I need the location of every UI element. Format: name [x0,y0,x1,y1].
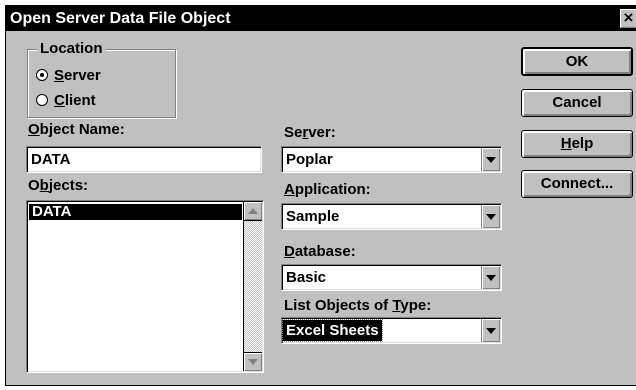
object-name-input[interactable] [26,146,262,173]
application-combo[interactable]: Sample [281,203,502,230]
application-combo-field: Sample [283,205,479,228]
scroll-up-arrow-icon [248,208,258,214]
database-combo-field: Basic [283,266,479,289]
server-combo-field: Poplar [283,148,479,171]
objects-scrollbar[interactable] [243,202,262,371]
objects-label-prefix: O [28,177,40,194]
scroll-down-arrow-icon [248,359,258,365]
objects-label-mnemonic: b [39,177,49,194]
close-button[interactable]: × [620,9,636,28]
objects-label: Objects: [28,178,88,194]
scroll-track[interactable] [244,221,262,352]
help-button-label: elp [571,135,594,152]
ok-button[interactable]: OK [521,47,633,76]
client-radio-mnemonic: C [54,91,65,109]
application-label-text: pplication: [294,181,371,198]
client-radio-label: lient [64,91,96,109]
object-type-combo[interactable]: Excel Sheets [281,317,502,344]
dialog-title: Open Server Data File Object [10,10,231,27]
object-name-label: Object Name: [28,122,125,138]
open-server-data-file-object-dialog: Open Server Data File Object × Location … [5,5,636,386]
chevron-down-icon [486,213,496,220]
cancel-button[interactable]: Cancel [521,89,633,117]
scroll-up-button[interactable] [244,202,262,221]
server-combo[interactable]: Poplar [281,146,502,173]
objects-listbox[interactable]: DATA [26,200,264,373]
location-group-label: Location [37,41,106,57]
database-label: Database: [284,244,356,260]
application-combo-value: Sample [286,208,340,225]
chevron-down-icon [486,274,496,281]
screen: Open Server Data File Object × Location … [0,0,636,390]
chevron-down-icon [486,327,496,334]
database-dropdown-button[interactable] [481,266,500,289]
server-combo-value: Poplar [286,151,333,168]
server-label-text: ver: [308,124,336,141]
server-label: Server: [284,125,336,141]
object-type-label: List Objects of Type: [284,298,431,314]
location-option-server[interactable]: Server [36,66,101,84]
list-item[interactable]: DATA [29,204,242,220]
application-dropdown-button[interactable] [481,205,500,228]
object-name-label-mnemonic: O [28,121,40,138]
application-label: Application: [284,182,371,198]
location-option-client[interactable]: Client [36,91,96,109]
database-label-text: atabase: [294,243,356,260]
database-combo[interactable]: Basic [281,264,502,291]
scroll-down-button[interactable] [244,352,262,371]
title-bar[interactable]: Open Server Data File Object × [6,6,636,31]
object-type-label-prefix: List Objects of [284,297,393,314]
application-label-mnemonic: A [284,181,295,198]
object-type-label-text: ype: [400,297,432,314]
help-button[interactable]: Help [521,130,633,158]
connect-button[interactable]: Connect... [521,170,633,198]
client-radio-button[interactable] [36,94,48,106]
object-type-dropdown-button[interactable] [481,319,500,342]
server-label-prefix: Se [284,124,303,141]
database-combo-value: Basic [286,269,327,286]
close-icon: × [623,8,634,27]
server-radio-mnemonic: S [54,66,65,84]
server-radio-label: erver [64,66,101,84]
object-type-combo-field: Excel Sheets [282,319,479,342]
help-button-mnemonic: H [560,135,572,152]
server-dropdown-button[interactable] [481,148,500,171]
server-radio-button[interactable] [36,69,48,81]
chevron-down-icon [486,156,496,163]
object-type-combo-value: Excel Sheets [282,319,383,342]
objects-label-text: jects: [48,177,89,194]
database-label-mnemonic: D [284,243,295,260]
object-name-label-text: bject Name: [39,121,125,138]
